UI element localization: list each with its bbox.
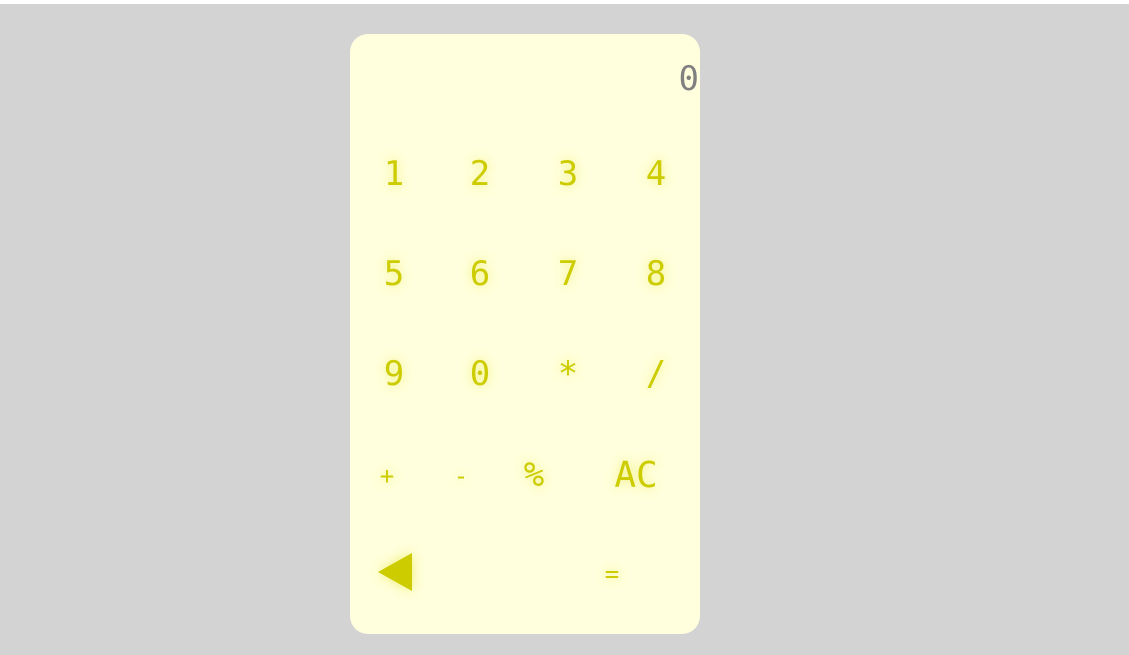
- key-3-button[interactable]: 3: [548, 152, 588, 196]
- key-1-button[interactable]: 1: [374, 152, 414, 196]
- calculator-panel: 0 1 2 3 4 5 6 7 8 9 0 * / + - % AC =: [350, 34, 700, 634]
- key-9-button[interactable]: 9: [374, 352, 414, 396]
- page-background: 0 1 2 3 4 5 6 7 8 9 0 * / + - % AC =: [0, 4, 1129, 655]
- minus-button[interactable]: -: [444, 454, 478, 498]
- calculator-display: 0: [678, 59, 700, 99]
- key-5-button[interactable]: 5: [374, 252, 414, 296]
- clear-button[interactable]: AC: [604, 452, 668, 498]
- key-8-button[interactable]: 8: [636, 252, 676, 296]
- key-7-button[interactable]: 7: [548, 252, 588, 296]
- key-4-button[interactable]: 4: [636, 152, 676, 196]
- percent-button[interactable]: %: [514, 452, 554, 498]
- key-2-button[interactable]: 2: [460, 152, 500, 196]
- key-0-button[interactable]: 0: [460, 352, 500, 396]
- plus-button[interactable]: +: [370, 454, 404, 498]
- divide-button[interactable]: /: [636, 352, 676, 396]
- key-6-button[interactable]: 6: [460, 252, 500, 296]
- multiply-button[interactable]: *: [548, 352, 588, 396]
- equals-button[interactable]: =: [596, 552, 628, 596]
- backspace-button[interactable]: [372, 550, 418, 594]
- backspace-triangle-icon: [378, 553, 412, 591]
